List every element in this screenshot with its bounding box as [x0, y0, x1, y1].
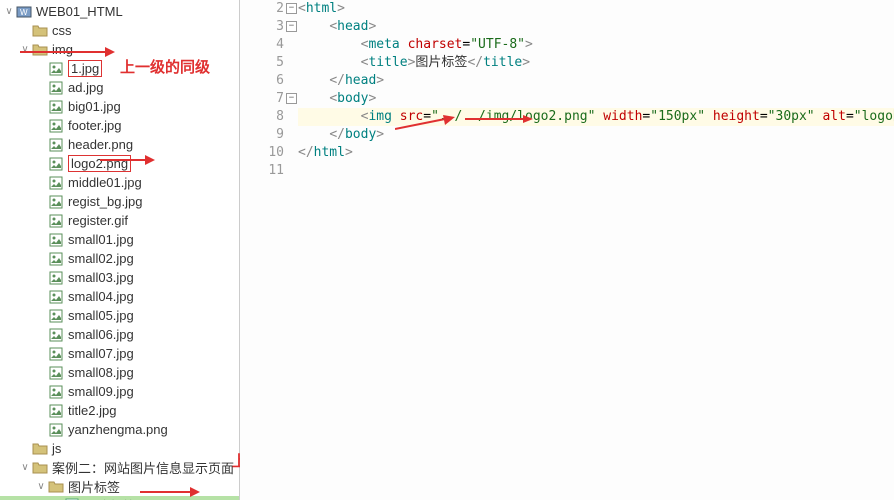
tree-label: js	[52, 441, 61, 456]
chevron-down-icon: ∨	[2, 6, 16, 17]
image-file-icon	[48, 422, 64, 438]
chevron-down-icon: ∨	[18, 44, 32, 55]
project-icon: W	[16, 4, 32, 20]
tree-label: ad.jpg	[68, 80, 103, 95]
fold-icon[interactable]: −	[286, 93, 297, 104]
tree-label: WEB01_HTML	[36, 4, 123, 19]
tree-label: register.gif	[68, 213, 128, 228]
tree-label: 1.jpg	[68, 60, 102, 77]
code-editor[interactable]: 2− 3− 4 5 6 7− 8 9 10 11 <html> <head> <…	[240, 0, 894, 500]
tree-folder-css[interactable]: ∨ css	[0, 21, 239, 40]
image-file-icon	[48, 346, 64, 362]
image-file-icon	[48, 384, 64, 400]
tree-label: small04.jpg	[68, 289, 134, 304]
tree-file[interactable]: ∨small01.jpg	[0, 230, 239, 249]
folder-icon	[32, 460, 48, 476]
tree-label: small06.jpg	[68, 327, 134, 342]
image-file-icon	[48, 61, 64, 77]
image-file-icon	[48, 80, 64, 96]
tree-label: logo2.png	[68, 155, 131, 172]
tree-file[interactable]: ∨small02.jpg	[0, 249, 239, 268]
tree-file[interactable]: ∨regist_bg.jpg	[0, 192, 239, 211]
tree-file[interactable]: ∨small06.jpg	[0, 325, 239, 344]
folder-icon	[32, 42, 48, 58]
tree-root[interactable]: ∨ W WEB01_HTML	[0, 2, 239, 21]
tree-label: small08.jpg	[68, 365, 134, 380]
image-file-icon	[48, 251, 64, 267]
svg-text:W: W	[20, 8, 28, 17]
tree-label: img	[52, 42, 73, 57]
tree-label: small02.jpg	[68, 251, 134, 266]
tree-file[interactable]: ∨yanzhengma.png	[0, 420, 239, 439]
tree-label: small09.jpg	[68, 384, 134, 399]
file-tree-sidebar[interactable]: ∨ W WEB01_HTML ∨ css ∨ img ∨1.jpg∨ad.jpg…	[0, 0, 240, 500]
folder-icon	[32, 23, 48, 39]
tree-label: small01.jpg	[68, 232, 134, 247]
tree-label: title2.jpg	[68, 403, 116, 418]
tree-label: big01.jpg	[68, 99, 121, 114]
tree-file[interactable]: ∨small08.jpg	[0, 363, 239, 382]
tree-file-selected[interactable]: ∨ <> 图片标签.html	[0, 496, 239, 500]
tree-folder-case2[interactable]: ∨ 案例二：网站图片信息显示页面	[0, 458, 239, 477]
tree-file[interactable]: ∨middle01.jpg	[0, 173, 239, 192]
image-file-icon	[48, 270, 64, 286]
image-file-icon	[48, 118, 64, 134]
tree-file[interactable]: ∨small03.jpg	[0, 268, 239, 287]
tree-folder-img[interactable]: ∨ img	[0, 40, 239, 59]
tree-label: small07.jpg	[68, 346, 134, 361]
tree-label: 图片标签.html	[84, 496, 164, 500]
tree-file[interactable]: ∨register.gif	[0, 211, 239, 230]
image-file-icon	[48, 175, 64, 191]
folder-icon	[48, 479, 64, 495]
tree-label: small03.jpg	[68, 270, 134, 285]
chevron-down-icon: ∨	[18, 462, 32, 473]
tree-label: regist_bg.jpg	[68, 194, 142, 209]
tree-label: footer.jpg	[68, 118, 122, 133]
image-file-icon	[48, 156, 64, 172]
tree-label: small05.jpg	[68, 308, 134, 323]
tree-label: yanzhengma.png	[68, 422, 168, 437]
tree-folder-js[interactable]: ∨ js	[0, 439, 239, 458]
tree-label: middle01.jpg	[68, 175, 142, 190]
folder-icon	[32, 441, 48, 457]
tree-file[interactable]: ∨logo2.png	[0, 154, 239, 173]
tree-label: header.png	[68, 137, 133, 152]
fold-icon[interactable]: −	[286, 3, 297, 14]
image-file-icon	[48, 365, 64, 381]
tree-label: 案例二：网站图片信息显示页面	[52, 458, 234, 477]
tree-folder-imgtag[interactable]: ∨ 图片标签	[0, 477, 239, 496]
image-file-icon	[48, 232, 64, 248]
chevron-down-icon: ∨	[34, 481, 48, 492]
tree-file[interactable]: ∨header.png	[0, 135, 239, 154]
image-file-icon	[48, 289, 64, 305]
fold-icon[interactable]: −	[286, 21, 297, 32]
code-area[interactable]: <html> <head> <meta charset="UTF-8"> <ti…	[298, 0, 894, 180]
tree-label: css	[52, 23, 72, 38]
image-file-icon	[48, 213, 64, 229]
tree-file[interactable]: ∨ad.jpg	[0, 78, 239, 97]
tree-label: 图片标签	[68, 477, 120, 496]
tree-file[interactable]: ∨1.jpg	[0, 59, 239, 78]
tree-file[interactable]: ∨small09.jpg	[0, 382, 239, 401]
tree-file[interactable]: ∨small07.jpg	[0, 344, 239, 363]
image-file-icon	[48, 327, 64, 343]
gutter: 2− 3− 4 5 6 7− 8 9 10 11	[240, 0, 286, 180]
tree-file[interactable]: ∨small05.jpg	[0, 306, 239, 325]
image-file-icon	[48, 403, 64, 419]
image-file-icon	[48, 194, 64, 210]
tree-file[interactable]: ∨small04.jpg	[0, 287, 239, 306]
image-file-icon	[48, 137, 64, 153]
tree-file[interactable]: ∨footer.jpg	[0, 116, 239, 135]
image-file-icon	[48, 99, 64, 115]
image-file-icon	[48, 308, 64, 324]
tree-file[interactable]: ∨title2.jpg	[0, 401, 239, 420]
tree-file[interactable]: ∨big01.jpg	[0, 97, 239, 116]
